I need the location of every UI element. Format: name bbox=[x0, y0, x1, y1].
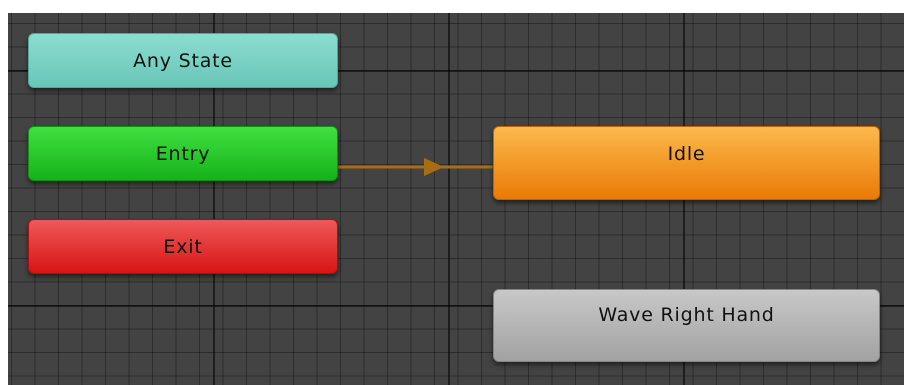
idle-state-node[interactable]: Idle bbox=[493, 126, 880, 200]
entry-node[interactable]: Entry bbox=[28, 126, 338, 181]
wave-right-hand-state-node[interactable]: Wave Right Hand bbox=[493, 289, 880, 362]
exit-node[interactable]: Exit bbox=[28, 219, 338, 274]
transition-arrow-icon bbox=[424, 158, 444, 176]
entry-label: Entry bbox=[155, 142, 211, 165]
any-state-label: Any State bbox=[133, 49, 233, 72]
any-state-node[interactable]: Any State bbox=[28, 33, 338, 88]
exit-label: Exit bbox=[163, 235, 203, 258]
wave-right-hand-label: Wave Right Hand bbox=[598, 304, 775, 326]
idle-label: Idle bbox=[667, 143, 706, 165]
